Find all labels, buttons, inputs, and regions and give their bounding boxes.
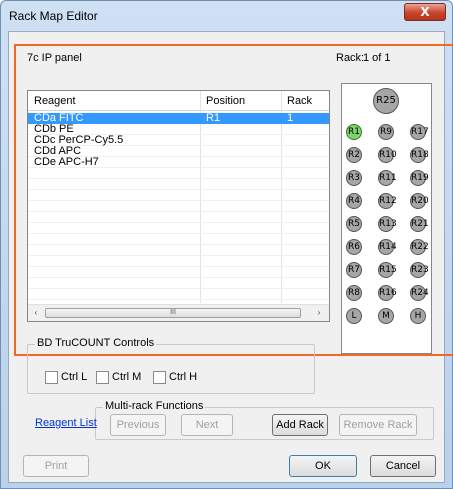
- tube-r23[interactable]: R23: [410, 262, 429, 278]
- multirack-group-title: Multi-rack Functions: [103, 400, 206, 412]
- table-row[interactable]: [28, 256, 329, 267]
- grid-header: Reagent Position Rack: [28, 91, 329, 111]
- rack-cell: 1: [287, 112, 294, 124]
- next-button[interactable]: Next: [181, 414, 233, 436]
- ctrl-h-label: Ctrl H: [169, 371, 198, 383]
- rack-value: 1 of 1: [363, 52, 391, 64]
- ctrl-m-label: Ctrl M: [112, 371, 142, 383]
- tube-r14[interactable]: R14: [378, 239, 397, 255]
- table-row[interactable]: [28, 168, 329, 179]
- tube-r20[interactable]: R20: [410, 193, 429, 209]
- cancel-button[interactable]: Cancel: [370, 455, 436, 477]
- trucount-controls-group: [27, 344, 315, 394]
- position-cell: R1: [206, 112, 221, 124]
- tube-r5[interactable]: R5: [346, 216, 362, 232]
- add-rack-button[interactable]: Add Rack: [272, 414, 328, 436]
- close-icon: X: [420, 5, 430, 19]
- reagent-cell: CDe APC-H7: [34, 156, 99, 168]
- tube-r1[interactable]: R1: [346, 124, 362, 140]
- table-row[interactable]: [28, 223, 329, 234]
- column-header-rack[interactable]: Rack: [287, 95, 312, 107]
- table-row[interactable]: [28, 179, 329, 190]
- tube-r9[interactable]: R9: [378, 124, 394, 140]
- tube-r8[interactable]: R8: [346, 285, 362, 301]
- tube-r18[interactable]: R18: [410, 147, 429, 163]
- tube-r21[interactable]: R21: [410, 216, 429, 232]
- tube-r17[interactable]: R17: [410, 124, 429, 140]
- ctrl-h-checkbox[interactable]: [153, 371, 166, 384]
- tube-r12[interactable]: R12: [378, 193, 397, 209]
- tube-r13[interactable]: R13: [378, 216, 397, 232]
- column-header-position[interactable]: Position: [206, 95, 245, 107]
- tube-r16[interactable]: R16: [378, 285, 397, 301]
- tube-m[interactable]: M: [378, 308, 394, 324]
- panel-title: 7c IP panel: [27, 52, 82, 64]
- grip-icon: III: [170, 309, 176, 316]
- rack-map: R25 R1 R9 R17 R2 R10 R18 R3 R11 R19 R4 R…: [341, 83, 432, 354]
- reagent-grid[interactable]: Reagent Position Rack CDa FITC R1 1 CDb …: [27, 90, 330, 322]
- table-row[interactable]: [28, 190, 329, 201]
- tube-r25[interactable]: R25: [373, 88, 399, 114]
- tube-r22[interactable]: R22: [410, 239, 429, 255]
- tube-r2[interactable]: R2: [346, 147, 362, 163]
- tube-r7[interactable]: R7: [346, 262, 362, 278]
- table-row[interactable]: CDe APC-H7: [28, 157, 329, 168]
- table-row[interactable]: [28, 278, 329, 289]
- table-row[interactable]: [28, 212, 329, 223]
- table-row[interactable]: [28, 289, 329, 300]
- table-row[interactable]: [28, 245, 329, 256]
- remove-rack-button[interactable]: Remove Rack: [339, 414, 417, 436]
- reagent-list-link[interactable]: Reagent List: [35, 417, 97, 429]
- tube-r19[interactable]: R19: [410, 170, 429, 186]
- horizontal-scrollbar[interactable]: ‹ III ›: [28, 304, 329, 321]
- ok-button[interactable]: OK: [289, 455, 357, 477]
- scrollbar-thumb[interactable]: III: [45, 308, 301, 318]
- table-row[interactable]: [28, 267, 329, 278]
- window-title: Rack Map Editor: [9, 9, 98, 23]
- tube-l[interactable]: L: [346, 308, 362, 324]
- tube-h[interactable]: H: [410, 308, 426, 324]
- tube-r10[interactable]: R10: [378, 147, 397, 163]
- tube-r11[interactable]: R11: [378, 170, 397, 186]
- rack-label: Rack:: [336, 52, 365, 64]
- table-row[interactable]: [28, 201, 329, 212]
- tube-r24[interactable]: R24: [410, 285, 429, 301]
- close-button[interactable]: X: [404, 3, 446, 21]
- rack-map-editor-window: Rack Map Editor X 7c IP panel Rack: 1 of…: [0, 0, 453, 489]
- scroll-left-icon[interactable]: ‹: [31, 308, 41, 317]
- trucount-group-title: BD TruCOUNT Controls: [35, 337, 157, 349]
- tube-r3[interactable]: R3: [346, 170, 362, 186]
- tube-r6[interactable]: R6: [346, 239, 362, 255]
- scroll-right-icon[interactable]: ›: [314, 308, 324, 317]
- tube-r4[interactable]: R4: [346, 193, 362, 209]
- title-bar[interactable]: Rack Map Editor X: [1, 1, 452, 31]
- ctrl-m-checkbox[interactable]: [96, 371, 109, 384]
- ctrl-l-label: Ctrl L: [61, 371, 88, 383]
- ctrl-l-checkbox[interactable]: [45, 371, 58, 384]
- column-header-reagent[interactable]: Reagent: [34, 95, 76, 107]
- tube-r15[interactable]: R15: [378, 262, 397, 278]
- table-row[interactable]: [28, 234, 329, 245]
- print-button[interactable]: Print: [23, 455, 89, 477]
- previous-button[interactable]: Previous: [110, 414, 166, 436]
